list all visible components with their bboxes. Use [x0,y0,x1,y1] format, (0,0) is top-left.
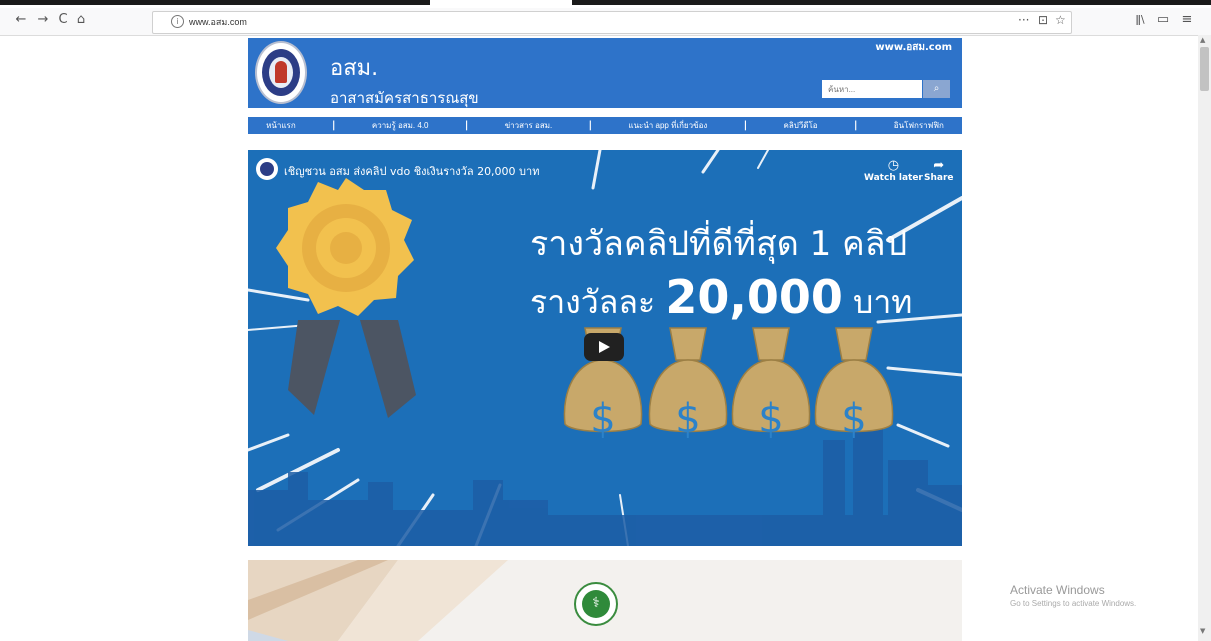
site-header: อสม. อาสาสมัครสาธารณสุข www.อสม.com ⌕ [248,38,962,108]
scrollbar-thumb[interactable] [1200,47,1209,91]
browser-toolbar: ← → C ⌂ i www.อสม.com ··· ⊡ ☆ ǁ\ ▭ ≡ [0,8,1211,36]
scroll-down-icon[interactable]: ▼ [1200,627,1205,635]
share-button[interactable]: ➦ Share [924,158,954,183]
site-info-icon[interactable]: i [171,15,184,28]
nav-item-videos[interactable]: คลิปวีดีโอ [783,119,817,132]
activate-windows-title: Activate Windows [1010,583,1105,597]
clock-icon: ◷ [887,158,900,173]
reload-button[interactable]: C [56,10,70,30]
site-subtitle: อาสาสมัครสาธารณสุข [330,89,479,107]
search-icon: ⌕ [933,83,940,94]
nav-separator: | [853,120,858,131]
nav-item-news[interactable]: ข่าวสาร อสม. [505,119,553,132]
search-input[interactable] [822,80,922,98]
back-button[interactable]: ← [14,10,28,30]
play-button[interactable] [584,333,624,361]
nav-separator: | [464,120,469,131]
headline-suffix: บาท [853,283,913,321]
watch-later-button[interactable]: ◷ Watch later [864,158,923,183]
nav-item-knowledge[interactable]: ความรู้ อสม. 4.0 [372,119,429,132]
nav-item-home[interactable]: หน้าแรก [266,119,296,132]
bag-dollar-2: $ [675,396,700,442]
video-headline-1: รางวัลคลิปที่ดีที่สุด 1 คลิป [530,224,908,264]
headline-prefix: รางวัลละ [530,283,656,321]
video-headline-2: รางวัลละ 20,000 บาท [530,270,912,328]
home-button[interactable]: ⌂ [74,10,88,30]
search-button[interactable]: ⌕ [923,80,950,98]
scroll-up-icon[interactable]: ▲ [1200,36,1205,44]
play-icon [599,341,610,353]
url-text[interactable]: www.อสม.com [189,15,247,29]
bag-dollar-4: $ [841,396,866,442]
nav-separator: | [743,120,748,131]
channel-avatar[interactable] [256,158,278,180]
bookmark-star-icon[interactable]: ☆ [1055,13,1066,27]
hamburger-menu-icon[interactable]: ≡ [1179,10,1195,30]
forward-button[interactable]: → [36,10,50,30]
nav-item-infographic[interactable]: อินโฟกราฟฟิก [894,119,944,132]
nav-item-apps[interactable]: แนะนำ app ที่เกี่ยวข้อง [628,119,707,132]
url-bar[interactable]: i www.อสม.com ··· ⊡ ☆ [152,11,1072,34]
site-logo[interactable] [255,41,307,104]
share-arrow-icon: ➦ [933,158,945,173]
page-scrollbar[interactable]: ▲ ▼ [1198,35,1211,641]
site-title[interactable]: อสม. [330,50,378,85]
ministry-emblem: ⚕ [574,582,618,626]
activate-windows-hint: Go to Settings to activate Windows. [1010,599,1137,608]
library-icon[interactable]: ǁ\ [1132,10,1148,30]
video-title[interactable]: เชิญชวน อสม ส่งคลิป vdo ชิงเงินรางวัล 20… [284,162,539,180]
share-label: Share [924,173,954,183]
bag-dollar-3: $ [758,396,783,442]
headline-amount: 20,000 [665,270,843,324]
watch-later-label: Watch later [864,173,923,183]
site-domain: www.อสม.com [875,42,952,53]
bag-dollar-1: $ [590,396,615,442]
page-actions-button[interactable]: ··· [1018,13,1029,27]
sidebar-icon[interactable]: ▭ [1155,10,1171,30]
video-player[interactable]: $ $ $ $ เชิญชวน อสม ส่งคลิป vdo ชิงเงินร… [248,150,962,546]
site-search: ⌕ [822,80,950,98]
promo-banner[interactable]: ⚕ [248,560,962,641]
pocket-icon[interactable]: ⊡ [1038,13,1048,27]
main-nav: หน้าแรก | ความรู้ อสม. 4.0 | ข่าวสาร อสม… [248,117,962,134]
nav-separator: | [588,120,593,131]
nav-separator: | [331,120,336,131]
